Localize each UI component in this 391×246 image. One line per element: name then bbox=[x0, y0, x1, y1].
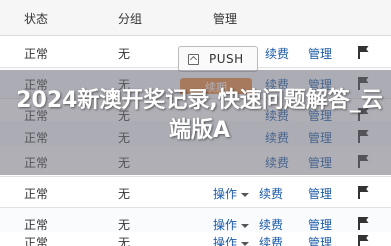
group-cell: 无 bbox=[118, 218, 131, 232]
row-operations: 操作 续费 bbox=[213, 234, 283, 246]
header-group: 分组 bbox=[118, 12, 143, 26]
manage-link[interactable]: 管理 bbox=[308, 45, 332, 62]
flag-icon[interactable] bbox=[358, 46, 370, 59]
row-operations: 操作 续费 bbox=[213, 216, 283, 233]
renew-link[interactable]: 续费 bbox=[259, 218, 283, 232]
operations-dropdown[interactable]: 操作 bbox=[213, 236, 237, 246]
group-cell: 无 bbox=[118, 47, 131, 61]
manage-link[interactable]: 管理 bbox=[308, 185, 332, 202]
group-cell: 无 bbox=[118, 187, 131, 201]
caret-down-icon[interactable] bbox=[241, 192, 250, 197]
status-cell: 正常 bbox=[24, 236, 49, 246]
push-icon bbox=[188, 54, 199, 65]
operations-dropdown[interactable]: 操作 bbox=[213, 187, 237, 201]
status-cell: 正常 bbox=[24, 47, 49, 61]
renew-link[interactable]: 续费 bbox=[265, 45, 289, 62]
caret-down-icon[interactable] bbox=[241, 223, 250, 228]
header-status: 状态 bbox=[24, 12, 49, 26]
operations-dropdown[interactable]: 操作 bbox=[213, 218, 237, 232]
header-manage: 管理 bbox=[213, 12, 238, 26]
renew-link[interactable]: 续费 bbox=[259, 236, 283, 246]
flag-icon[interactable] bbox=[358, 186, 370, 199]
overlay-caption: 2024新澳开奖记录,快速问题解答_云端版A bbox=[16, 88, 383, 143]
caret-down-icon[interactable] bbox=[241, 241, 250, 246]
row-operations: 操作 续费 bbox=[213, 185, 283, 202]
table-row: 正常 无 操作 续费 管理 bbox=[0, 177, 391, 208]
table-header: 状态 分组 管理 bbox=[0, 0, 391, 36]
flag-icon[interactable] bbox=[358, 235, 370, 246]
table-row: 正常 无 操作 续费 管理 bbox=[0, 232, 391, 246]
status-cell: 正常 bbox=[24, 218, 49, 232]
group-cell: 无 bbox=[118, 236, 131, 246]
flag-icon[interactable] bbox=[358, 217, 370, 230]
manage-link[interactable]: 管理 bbox=[308, 216, 332, 233]
push-button[interactable]: PUSH bbox=[178, 46, 258, 72]
status-cell: 正常 bbox=[24, 187, 49, 201]
manage-link[interactable]: 管理 bbox=[308, 234, 332, 246]
push-button-label: PUSH bbox=[209, 52, 244, 66]
renew-link[interactable]: 续费 bbox=[259, 187, 283, 201]
